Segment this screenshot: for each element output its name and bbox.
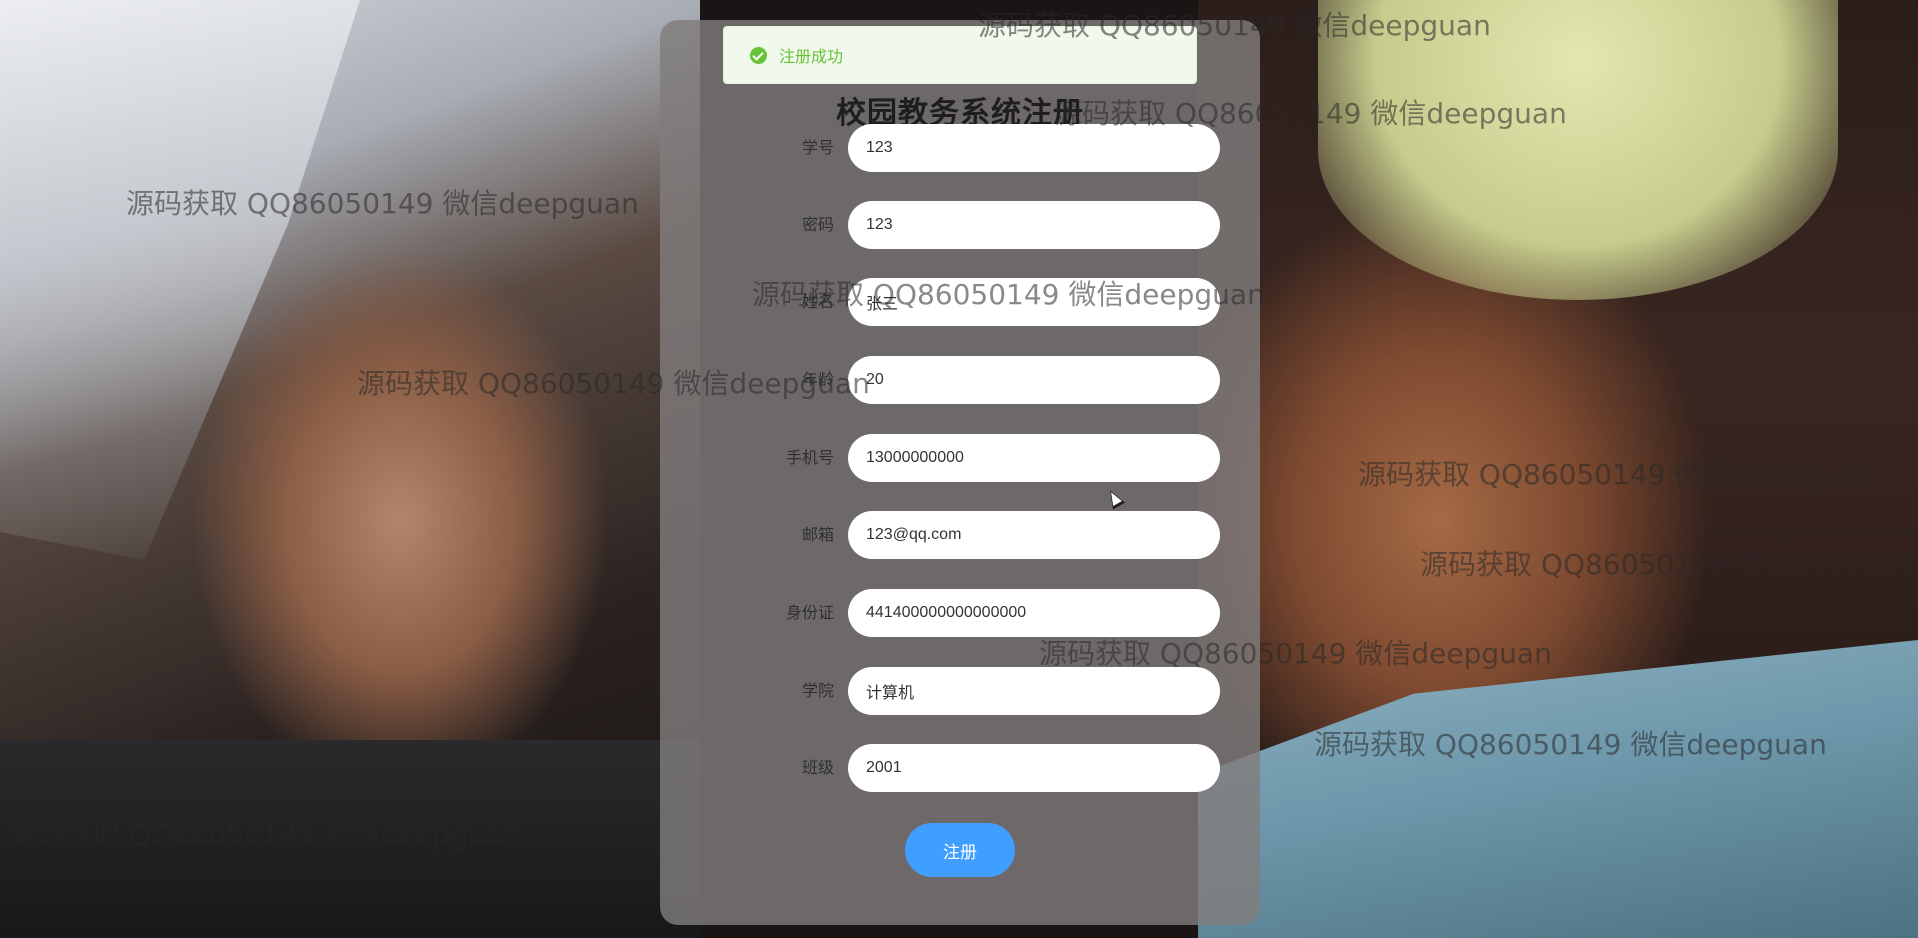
password-input[interactable] [848, 201, 1220, 249]
field-row-class: 班级 [660, 744, 1260, 792]
background-right-shirt [1318, 0, 1838, 300]
field-row-student-id: 学号 [660, 124, 1260, 172]
age-input[interactable] [848, 356, 1220, 404]
field-row-age: 年龄 [660, 356, 1260, 404]
field-row-id-card: 身份证 [660, 589, 1260, 637]
class-label: 班级 [801, 758, 834, 777]
password-label: 密码 [801, 215, 834, 234]
register-panel: 校园教务系统注册 学号 密码 姓名 年龄 手机号 邮箱 身份证 学院 班级 注册 [660, 20, 1260, 925]
field-row-phone: 手机号 [660, 434, 1260, 482]
success-toast: 注册成功 [723, 26, 1197, 84]
email-input[interactable] [848, 511, 1220, 559]
background-left-jeans [0, 740, 700, 938]
phone-input[interactable] [848, 434, 1220, 482]
field-row-email: 邮箱 [660, 511, 1260, 559]
field-row-college: 学院 [660, 667, 1260, 715]
name-input[interactable] [848, 278, 1220, 326]
college-input[interactable] [848, 667, 1220, 715]
id-card-input[interactable] [848, 589, 1220, 637]
email-label: 邮箱 [801, 525, 834, 544]
age-label: 年龄 [801, 370, 834, 389]
toast-message: 注册成功 [779, 47, 844, 66]
field-row-name: 姓名 [660, 278, 1260, 326]
phone-label: 手机号 [785, 448, 834, 467]
student-id-label: 学号 [801, 138, 834, 157]
name-label: 姓名 [801, 292, 834, 311]
register-button[interactable]: 注册 [905, 823, 1015, 877]
check-circle-icon [750, 46, 767, 64]
class-input[interactable] [848, 744, 1220, 792]
college-label: 学院 [801, 681, 834, 700]
student-id-input[interactable] [848, 124, 1220, 172]
field-row-password: 密码 [660, 201, 1260, 249]
id-card-label: 身份证 [785, 603, 834, 622]
